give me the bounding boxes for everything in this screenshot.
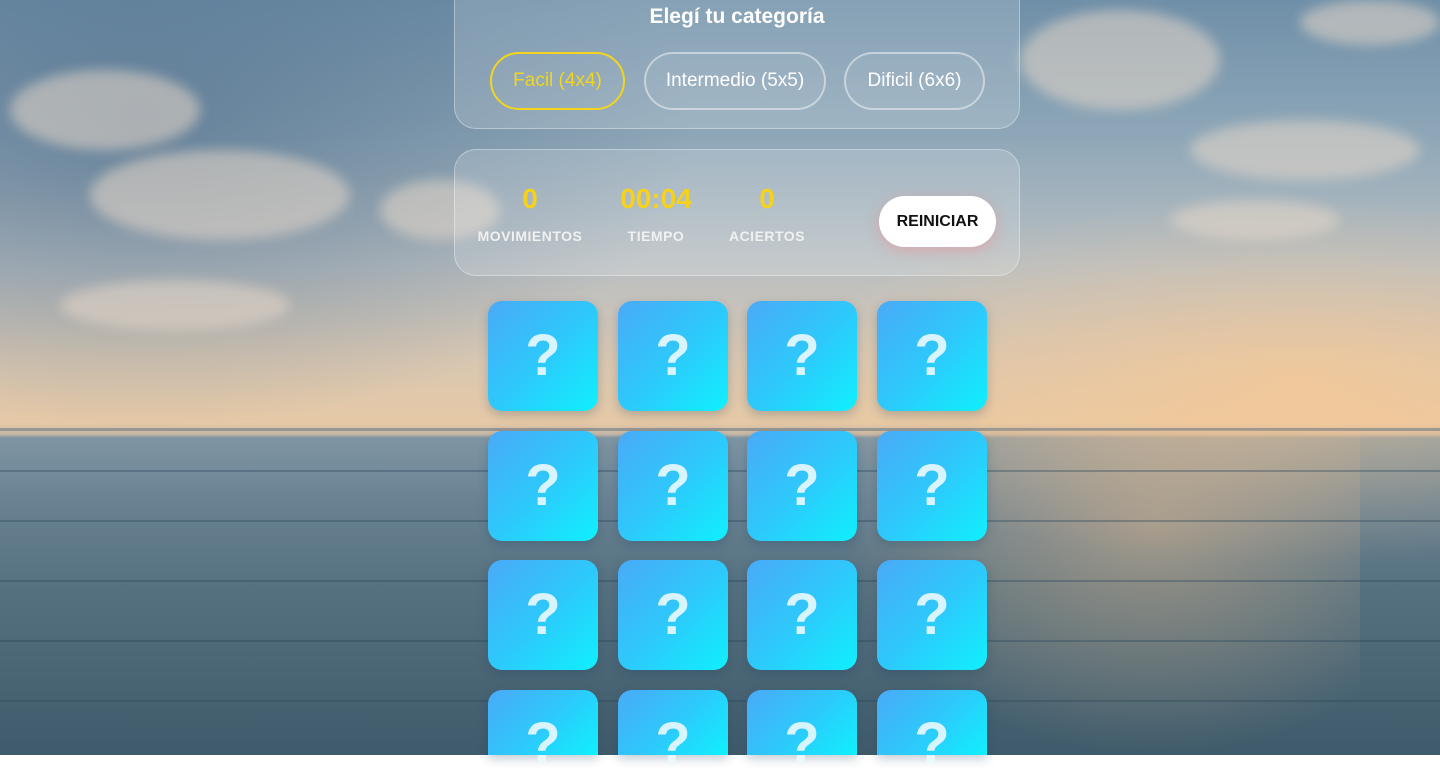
memory-card[interactable]: ? [747,431,857,541]
memory-card[interactable]: ? [747,560,857,670]
memory-card[interactable]: ? [618,560,728,670]
time-stat: 00:04 TIEMPO [606,180,706,244]
question-mark-icon: ? [784,711,820,776]
question-mark-icon: ? [914,582,950,647]
memory-card[interactable]: ? [488,690,598,773]
category-title: Elegí tu categoría [649,5,825,28]
question-mark-icon: ? [655,711,691,776]
time-label: TIEMPO [627,228,685,244]
moves-label: MOVIMIENTOS [477,228,583,244]
question-mark-icon: ? [914,453,950,518]
question-mark-icon: ? [525,582,561,647]
memory-card[interactable]: ? [877,301,987,411]
question-mark-icon: ? [784,582,820,647]
question-mark-icon: ? [914,323,950,388]
hits-value: 0 [759,183,775,214]
question-mark-icon: ? [784,453,820,518]
memory-card[interactable]: ? [618,431,728,541]
moves-stat: 0 MOVIMIENTOS [475,180,585,244]
question-mark-icon: ? [525,453,561,518]
memory-card[interactable]: ? [877,431,987,541]
question-mark-icon: ? [784,323,820,388]
category-panel: Elegí tu categoría Facil (4x4) Intermedi… [454,0,1020,129]
question-mark-icon: ? [655,453,691,518]
memory-card[interactable]: ? [488,301,598,411]
memory-card[interactable]: ? [877,690,987,773]
stats-panel: 0 MOVIMIENTOS 00:04 TIEMPO 0 ACIERTOS RE… [454,149,1020,276]
time-value: 00:04 [620,183,692,214]
category-hard-button[interactable]: Dificil (6x6) [844,52,985,110]
question-mark-icon: ? [525,323,561,388]
memory-card[interactable]: ? [877,560,987,670]
memory-card[interactable]: ? [747,690,857,773]
restart-button[interactable]: REINICIAR [879,196,996,247]
memory-card[interactable]: ? [488,431,598,541]
memory-card[interactable]: ? [618,690,728,773]
category-intermediate-button[interactable]: Intermedio (5x5) [644,52,826,110]
memory-card[interactable]: ? [747,301,857,411]
question-mark-icon: ? [914,711,950,776]
hits-stat: 0 ACIERTOS [722,180,812,244]
category-easy-button[interactable]: Facil (4x4) [490,52,625,110]
hits-label: ACIERTOS [728,228,806,244]
question-mark-icon: ? [525,711,561,776]
memory-card[interactable]: ? [488,560,598,670]
memory-card[interactable]: ? [618,301,728,411]
question-mark-icon: ? [655,582,691,647]
moves-value: 0 [522,183,538,214]
question-mark-icon: ? [655,323,691,388]
